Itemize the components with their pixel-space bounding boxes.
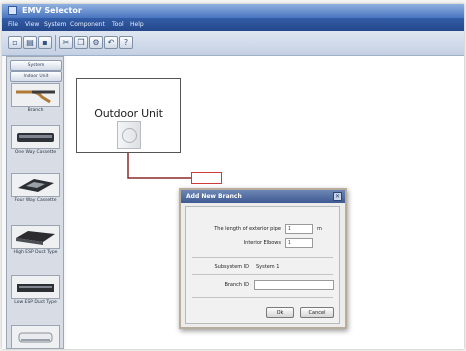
length-label: The length of exterior pipe [214, 226, 281, 232]
settings-icon[interactable]: ⚙ [89, 36, 103, 49]
window-title: EMV Selector [22, 6, 82, 15]
title-bar: EMV Selector [2, 4, 464, 18]
outdoor-unit-icon [117, 121, 141, 149]
palette-item-high-esp-duct[interactable]: High ESP Duct Type [11, 225, 60, 255]
menu-system[interactable]: System [44, 18, 66, 31]
cancel-button[interactable]: Cancel [300, 307, 334, 318]
palette-item-low-esp-duct[interactable]: Low ESP Duct Type [11, 275, 60, 305]
branch-id-label: Branch ID [224, 282, 249, 288]
dialog-title-bar: Add New Branch ✕ [181, 190, 345, 203]
close-icon[interactable]: ✕ [333, 192, 342, 201]
palette-item-label: High ESP Duct Type [13, 250, 58, 255]
add-new-branch-dialog: Add New Branch ✕ The length of exterior … [179, 188, 347, 329]
wall-mounted-icon [11, 325, 60, 348]
pipe-length-input[interactable] [285, 224, 313, 234]
ok-button[interactable]: Ok [266, 307, 294, 318]
dialog-title: Add New Branch [186, 193, 242, 200]
palette-item-one-way-cassette[interactable]: One Way Cassette [11, 125, 60, 155]
new-file-icon[interactable]: ▫ [8, 36, 22, 49]
palette-item-label: Four Way Cassette [14, 198, 57, 203]
menu-component[interactable]: Component [70, 18, 105, 31]
low-esp-duct-icon [11, 275, 60, 299]
menu-tool[interactable]: Tool [112, 18, 124, 31]
palette-item-label: One Way Cassette [14, 150, 57, 155]
menu-file[interactable]: File [8, 18, 18, 31]
dialog-divider [192, 257, 333, 258]
elbows-input[interactable] [285, 238, 313, 248]
dialog-divider [192, 297, 333, 298]
one-way-cassette-icon [11, 125, 60, 149]
cut-icon[interactable]: ✂ [59, 36, 73, 49]
dialog-body: The length of exterior pipe m Interior E… [185, 206, 340, 324]
branch-pipe-icon [11, 83, 60, 107]
length-unit: m [317, 226, 322, 232]
outdoor-unit-node[interactable]: Outdoor Unit [76, 78, 181, 153]
copy-icon[interactable]: ❐ [74, 36, 88, 49]
four-way-cassette-icon [11, 173, 60, 197]
new-branch-placeholder[interactable] [191, 172, 222, 184]
app-icon [8, 6, 17, 15]
open-folder-icon[interactable]: ▤ [23, 36, 37, 49]
menu-view[interactable]: View [25, 18, 39, 31]
palette-header-indoor-unit[interactable]: Indoor Unit [10, 71, 62, 82]
palette-item-wall-mounted[interactable] [11, 325, 60, 348]
save-icon[interactable]: ▪ [38, 36, 52, 49]
toolbar: ▫ ▤ ▪ ✂ ❐ ⚙ ↶ ? [2, 31, 464, 56]
branch-id-input[interactable] [254, 280, 334, 290]
subsystem-label: Subsystem ID [214, 264, 249, 270]
dialog-divider [192, 274, 333, 275]
undo-icon[interactable]: ↶ [104, 36, 118, 49]
help-icon[interactable]: ? [119, 36, 133, 49]
toolbar-separator [55, 35, 56, 51]
elbows-label: Interior Elbows [243, 240, 281, 246]
palette-item-label: Branch [27, 108, 44, 113]
subsystem-value: System 1 [256, 264, 280, 270]
palette-item-label: Low ESP Duct Type [14, 300, 57, 305]
high-esp-duct-icon [11, 225, 60, 249]
palette-item-branch[interactable]: Branch [11, 83, 60, 113]
outdoor-unit-label: Outdoor Unit [94, 107, 163, 120]
palette-header-system[interactable]: System [10, 60, 62, 71]
menu-bar: File View System Component Tool Help [2, 18, 464, 31]
palette-item-four-way-cassette[interactable]: Four Way Cassette [11, 173, 60, 203]
component-palette: System Indoor Unit Branch One Way Casset… [6, 56, 64, 349]
menu-help[interactable]: Help [130, 18, 144, 31]
